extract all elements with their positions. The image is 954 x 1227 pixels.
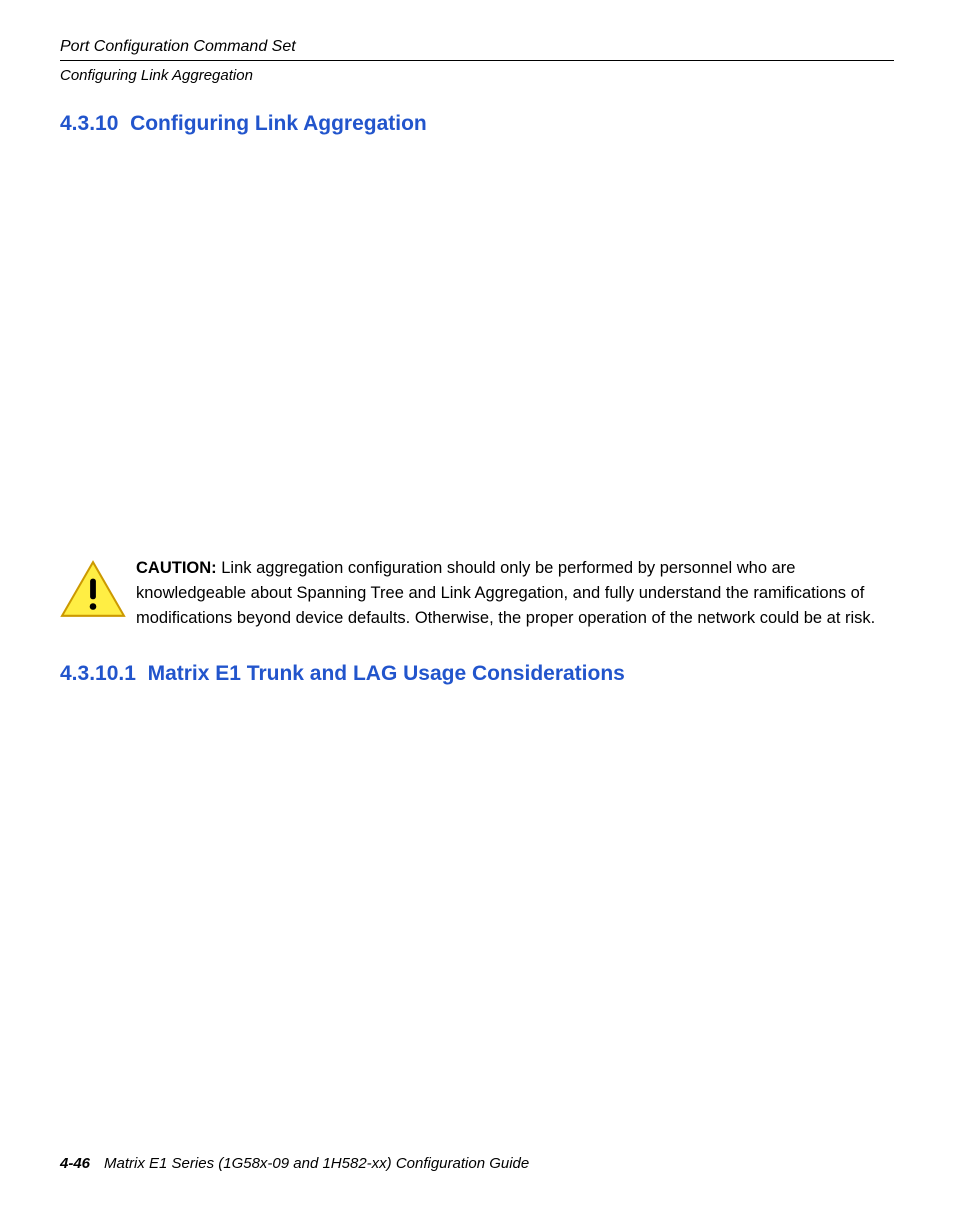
subsection-number: 4.3.10.1	[60, 662, 136, 685]
caution-block: CAUTION: Link aggregation configuration …	[60, 556, 894, 630]
section-title: Configuring Link Aggregation	[130, 112, 427, 135]
subsection-title: Matrix E1 Trunk and LAG Usage Considerat…	[148, 662, 625, 685]
footer-page-number: 4-46	[60, 1155, 90, 1172]
page-footer: 4-46 Matrix E1 Series (1G58x-09 and 1H582…	[60, 1155, 529, 1172]
subsection-heading: 4.3.10.1 Matrix E1 Trunk and LAG Usage C…	[60, 662, 894, 686]
caution-body: Link aggregation configuration should on…	[136, 559, 875, 627]
header-subsection-title: Configuring Link Aggregation	[60, 67, 894, 84]
section-heading: 4.3.10 Configuring Link Aggregation	[60, 112, 894, 136]
section-number: 4.3.10	[60, 112, 118, 135]
caution-label: CAUTION:	[136, 559, 217, 577]
caution-text-container: CAUTION: Link aggregation configuration …	[136, 556, 894, 630]
footer-doc-title: Matrix E1 Series (1G58x-09 and 1H582-xx)…	[104, 1155, 529, 1172]
warning-triangle-icon	[60, 560, 126, 620]
header-divider	[60, 60, 894, 61]
header-section-title: Port Configuration Command Set	[60, 38, 894, 56]
